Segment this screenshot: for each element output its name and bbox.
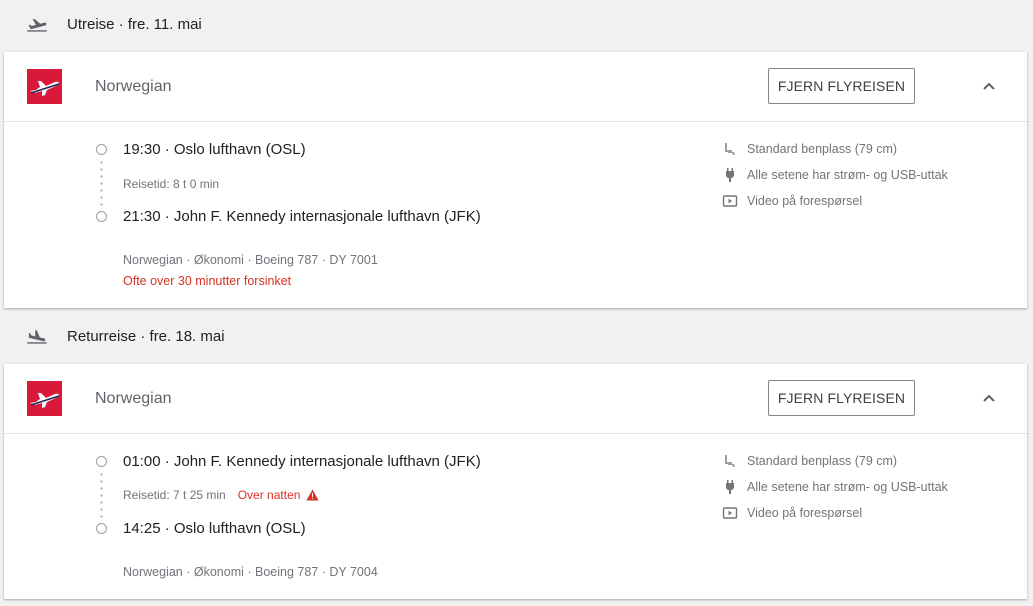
remove-flight-button[interactable]: FJERN FLYREISEN: [768, 68, 915, 104]
departure-time-airport: 19:30 · Oslo lufthavn (OSL): [123, 141, 306, 158]
amenity-power-label: Alle setene har strøm- og USB-uttak: [747, 480, 948, 494]
airline-name: Norwegian: [95, 390, 172, 407]
warning-icon: [306, 489, 320, 501]
airline-logo: [27, 69, 62, 104]
power-plug-icon: [726, 480, 734, 494]
return-header: Returreise · fre. 18. mai: [0, 312, 1033, 360]
departure-time-airport: 01:00 · John F. Kennedy internasjonale l…: [123, 453, 481, 470]
travel-duration: Reisetid: 8 t 0 min: [123, 177, 220, 191]
outbound-title: Utreise · fre. 11. mai: [67, 15, 202, 33]
return-card-body: 01:00 · John F. Kennedy internasjonale l…: [4, 434, 1027, 599]
amenity-power-label: Alle setene har strøm- og USB-uttak: [747, 168, 948, 182]
flight-details: Norwegian · Økonomi · Boeing 787 · DY 70…: [123, 253, 378, 267]
video-icon: [722, 507, 738, 519]
amenity-legroom: Standard benplass (79 cm): [722, 141, 897, 157]
delay-warning: Ofte over 30 minutter forsinket: [123, 274, 292, 288]
travel-duration: Reisetid: 7 t 25 min: [123, 488, 226, 502]
return-card-header: Norwegian FJERN FLYREISEN: [4, 364, 1027, 434]
power-plug-icon: [726, 168, 734, 182]
return-flight-card: Norwegian FJERN FLYREISEN 01:00 · John F…: [4, 364, 1027, 599]
return-title: Returreise · fre. 18. mai: [67, 327, 225, 345]
takeoff-icon: [27, 18, 47, 32]
seat-icon: [725, 455, 735, 467]
departure-dot: [96, 456, 107, 467]
amenity-legroom-label: Standard benplass (79 cm): [747, 454, 898, 468]
landing-icon: [27, 330, 47, 344]
arrival-time-airport: 14:25 · Oslo lufthavn (OSL): [123, 520, 306, 537]
amenity-power: Alle setene har strøm- og USB-uttak: [722, 479, 948, 495]
overnight-label: Over natten: [237, 488, 301, 502]
arrival-dot: [96, 211, 107, 222]
amenity-video-label: Video på forespørsel: [747, 506, 863, 520]
overnight-warning: Over natten: [238, 488, 320, 502]
seat-icon: [725, 143, 735, 155]
outbound-card-header: Norwegian FJERN FLYREISEN: [4, 52, 1027, 122]
outbound-card-body: 19:30 · Oslo lufthavn (OSL) Reisetid: 8 …: [4, 122, 1027, 308]
travel-duration-row: Reisetid: 7 t 25 min Over natten: [123, 488, 320, 502]
arrival-time-airport: 21:30 · John F. Kennedy internasjonale l…: [123, 208, 481, 225]
outbound-header: Utreise · fre. 11. mai: [0, 0, 1033, 48]
amenity-power: Alle setene har strøm- og USB-uttak: [722, 167, 948, 183]
amenity-video: Video på forespørsel: [722, 193, 862, 209]
timeline-connector: [100, 159, 103, 209]
chevron-up-icon[interactable]: [982, 79, 996, 93]
timeline-connector: [100, 471, 103, 521]
airline-name: Norwegian: [95, 78, 172, 95]
flight-details: Norwegian · Økonomi · Boeing 787 · DY 70…: [123, 565, 378, 579]
amenity-video-label: Video på forespørsel: [747, 194, 863, 208]
video-icon: [722, 195, 738, 207]
arrival-dot: [96, 523, 107, 534]
amenity-video: Video på forespørsel: [722, 505, 862, 521]
airline-logo: [27, 381, 62, 416]
departure-dot: [96, 144, 107, 155]
amenity-legroom: Standard benplass (79 cm): [722, 453, 897, 469]
chevron-up-icon[interactable]: [982, 391, 996, 405]
outbound-flight-card: Norwegian FJERN FLYREISEN 19:30 · Oslo l…: [4, 52, 1027, 308]
remove-flight-button[interactable]: FJERN FLYREISEN: [768, 380, 915, 416]
amenity-legroom-label: Standard benplass (79 cm): [747, 142, 898, 156]
